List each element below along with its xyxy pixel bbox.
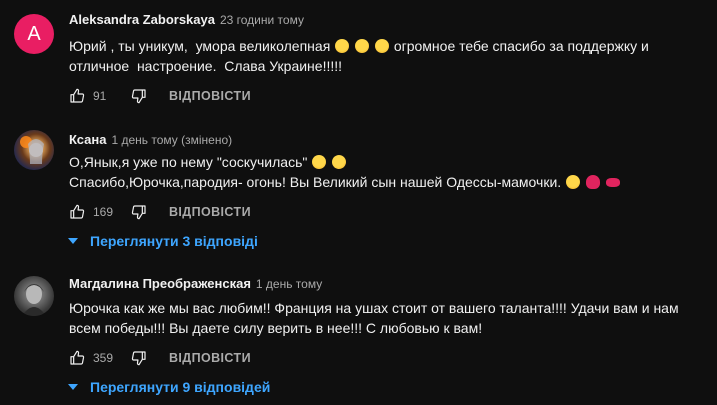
comment-actions: 91 ВІДПОВІСТИ [69,86,251,106]
avatar-image [22,284,46,316]
reply-button[interactable]: ВІДПОВІСТИ [169,89,251,103]
view-replies-label: Переглянути 9 відповідей [90,379,271,395]
comment-text: Юрочка как же мы вас любим!! Франция на … [69,300,679,336]
broken-heart-emoji-icon [585,175,600,189]
chevron-down-icon [68,238,78,244]
comment-author[interactable]: Aleksandra Zaborskaya [69,12,215,27]
avatar[interactable] [14,130,54,170]
comment-actions: 169 ВІДПОВІСТИ [69,202,251,222]
grinning-sweat-emoji-icon [312,155,327,169]
comment-author[interactable]: Ксана [69,132,106,147]
thumbs-down-icon[interactable] [131,350,147,366]
like-count: 359 [93,351,114,365]
avatar[interactable] [14,276,54,316]
thumbs-up-icon[interactable] [69,350,85,366]
avatar-image [20,136,44,164]
chevron-down-icon [68,384,78,390]
star-struck-emoji-icon [566,175,581,189]
comment-text: Юрий , ты уникум, умора великолепная огр… [69,38,649,74]
grinning-sweat-emoji-icon [374,39,389,53]
comment-timestamp[interactable]: 1 день тому (змінено) [111,133,232,147]
comment-thread: Ксана 1 день тому (змінено) О,Янык,я уже… [0,110,717,256]
comment-author[interactable]: Магдалина Преображенская [69,276,251,291]
like-count: 169 [93,205,114,219]
grinning-sweat-emoji-icon [355,39,370,53]
comment-thread: Магдалина Преображенская 1 день тому Юро… [0,256,717,405]
reply-button[interactable]: ВІДПОВІСТИ [169,351,251,365]
avatar[interactable]: A [14,14,54,54]
comment-timestamp[interactable]: 1 день тому [256,277,322,291]
comment-thread: A Aleksandra Zaborskaya 23 години тому Ю… [0,0,717,110]
thumbs-up-icon[interactable] [69,204,85,220]
thumbs-up-icon[interactable] [69,88,85,104]
view-replies-label: Переглянути 3 відповіді [90,233,258,249]
view-replies-button[interactable]: Переглянути 9 відповідей [68,377,270,397]
comment-text: О,Янык,я уже по нему "соскучилась" Спаси… [69,152,709,192]
grinning-sweat-emoji-icon [335,39,350,53]
reply-button[interactable]: ВІДПОВІСТИ [169,205,251,219]
thumbs-down-icon[interactable] [131,88,147,104]
like-count: 91 [93,89,107,103]
view-replies-button[interactable]: Переглянути 3 відповіді [68,231,258,251]
rofl-emoji-icon [329,152,349,172]
comment-timestamp[interactable]: 23 години тому [220,13,304,27]
comment-actions: 359 ВІДПОВІСТИ [69,348,251,368]
avatar-letter: A [27,22,41,45]
thumbs-down-icon[interactable] [131,204,147,220]
kiss-mark-emoji-icon [605,178,620,187]
